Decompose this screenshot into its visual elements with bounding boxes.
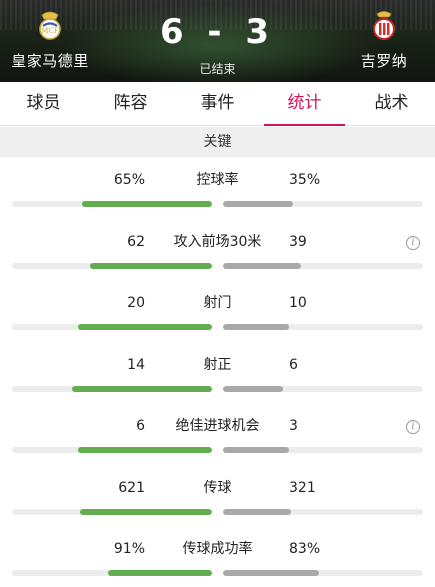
home-bar <box>12 570 212 576</box>
match-header: MCF 皇家马德里 6 - 3 已结束 吉罗纳 <box>0 0 435 82</box>
stats-list: 65% 控球率 35% 62 攻入前场30米 39 i 20 射门 10 14 … <box>0 158 435 587</box>
away-value: 6 <box>289 356 298 373</box>
away-value: 39 <box>289 233 307 250</box>
home-value: 65% <box>113 172 145 188</box>
home-bar <box>12 262 212 269</box>
away-bar-fill <box>223 447 289 453</box>
tab-events[interactable]: 事件 <box>174 82 261 125</box>
stat-row-pass-accuracy: 91% 传球成功率 83% <box>0 527 435 587</box>
home-bar <box>12 324 212 330</box>
stat-label: 传球成功率 <box>182 541 253 557</box>
away-bar-fill <box>223 385 283 392</box>
away-bar <box>223 447 423 453</box>
home-value: 621 <box>118 479 145 496</box>
home-value: 62 <box>127 233 145 250</box>
tab-lineup[interactable]: 阵容 <box>87 82 174 125</box>
stat-label: 攻入前场30米 <box>173 233 262 250</box>
away-bar <box>223 508 423 515</box>
stat-label: 射正 <box>203 356 232 373</box>
home-bar-fill <box>90 262 212 269</box>
away-team-name: 吉罗纳 <box>360 52 408 70</box>
away-bar-fill <box>223 508 291 515</box>
away-bar-fill <box>223 324 289 330</box>
home-bar <box>12 447 212 453</box>
stat-row-final-third-entries: 62 攻入前场30米 39 i <box>0 220 435 282</box>
away-bar <box>223 385 423 392</box>
away-team[interactable]: 吉罗纳 <box>334 8 434 71</box>
home-bar-fill <box>78 324 212 330</box>
tab-bar: 球员 阵容 事件 统计 战术 <box>0 82 435 126</box>
home-bar-fill <box>78 447 212 453</box>
stat-label: 控球率 <box>196 172 239 188</box>
away-bar <box>223 262 423 269</box>
away-value: 35% <box>289 172 321 188</box>
home-bar-fill <box>80 508 212 515</box>
home-value: 91% <box>113 541 145 557</box>
away-value: 83% <box>289 541 321 557</box>
home-value: 6 <box>136 418 145 434</box>
away-bar <box>223 201 423 207</box>
home-value: 20 <box>127 295 145 311</box>
stat-label: 射门 <box>203 295 232 311</box>
away-bar <box>223 324 423 330</box>
home-bar <box>12 385 212 392</box>
home-bar-fill <box>108 570 212 576</box>
info-icon[interactable]: i <box>406 420 420 434</box>
away-value: 321 <box>289 479 316 496</box>
home-bar-fill <box>72 385 212 392</box>
home-value: 14 <box>127 356 145 373</box>
stat-row-shots: 20 射门 10 <box>0 281 435 343</box>
away-value: 10 <box>289 295 307 311</box>
home-bar <box>12 201 212 207</box>
stat-row-possession: 65% 控球率 35% <box>0 158 435 220</box>
home-bar-fill <box>82 201 212 207</box>
stat-row-big-chances: 6 绝佳进球机会 3 i <box>0 404 435 466</box>
tab-tactics[interactable]: 战术 <box>348 82 435 125</box>
away-bar-fill <box>223 570 319 576</box>
section-key-stats-header: 关键 <box>0 127 435 157</box>
stat-label: 传球 <box>203 479 232 496</box>
girona-crest-icon <box>373 11 395 40</box>
away-bar <box>223 570 423 576</box>
stat-row-passes: 621 传球 321 <box>0 466 435 528</box>
home-bar <box>12 508 212 515</box>
tab-players[interactable]: 球员 <box>0 82 87 125</box>
info-icon[interactable]: i <box>406 235 420 250</box>
away-value: 3 <box>289 418 298 434</box>
away-bar-fill <box>223 201 293 207</box>
stat-row-shots-on-target: 14 射正 6 <box>0 343 435 405</box>
away-bar-fill <box>223 262 301 269</box>
stat-label: 绝佳进球机会 <box>175 418 260 434</box>
tab-stats[interactable]: 统计 <box>261 82 348 126</box>
